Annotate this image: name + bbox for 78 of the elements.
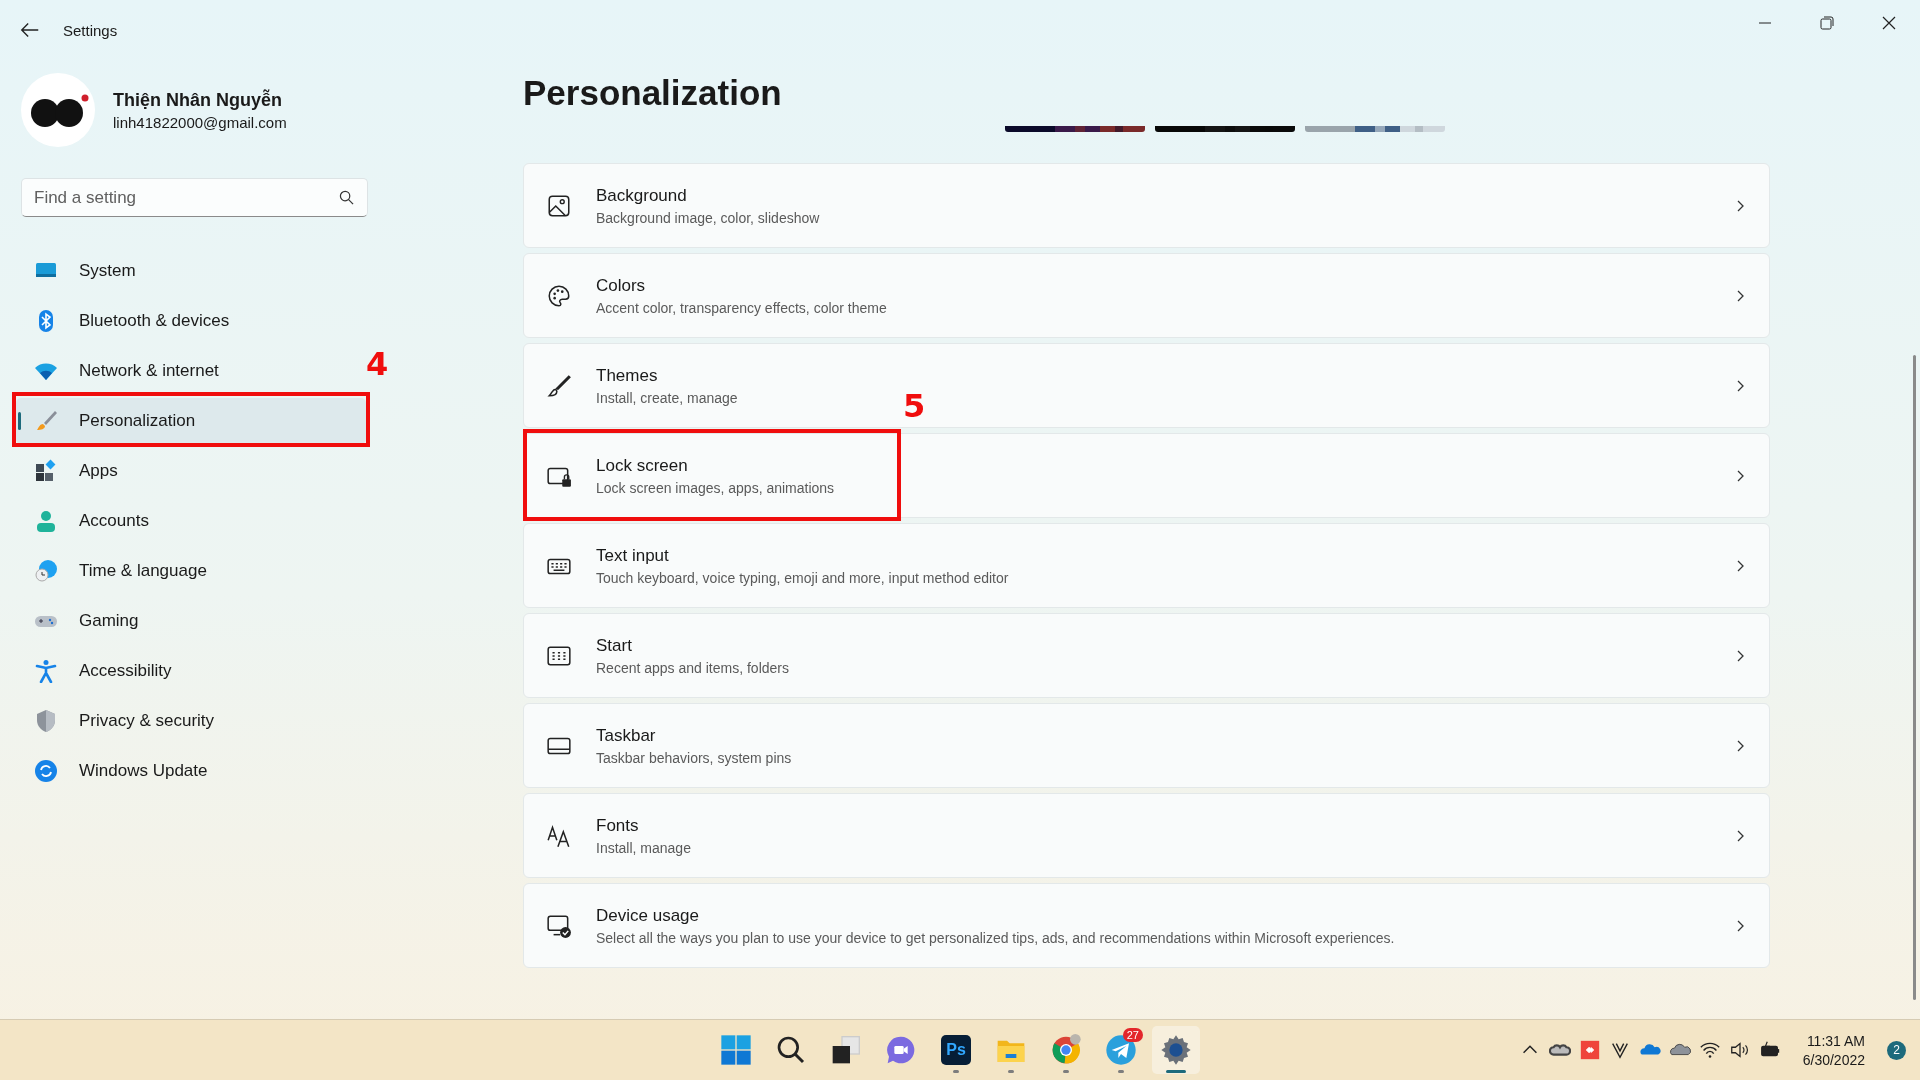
setting-title: Fonts [596, 815, 639, 836]
person-icon [34, 509, 58, 533]
running-indicator [1166, 1070, 1186, 1073]
photoshop-app-icon: Ps [941, 1035, 971, 1065]
nav-item[interactable]: Network & internet [16, 348, 366, 394]
accessibility-icon [34, 659, 58, 683]
step-number: 4 [366, 345, 389, 383]
font-icon [546, 822, 572, 849]
device-check-icon [546, 912, 572, 939]
clock[interactable]: 11:31 AM 6/30/2022 [1802, 1032, 1865, 1068]
brush-icon [34, 409, 58, 433]
setting-title: Lock screen [596, 455, 688, 476]
notification-count[interactable]: 2 [1887, 1040, 1906, 1060]
setting-title: Themes [596, 365, 658, 386]
search-icon [775, 1034, 807, 1066]
gear-icon [1160, 1034, 1192, 1066]
apps-icon [34, 459, 58, 483]
setting-description: Accent color, transparency effects, color theme [596, 299, 887, 316]
setting-description: Lock screen images, apps, animations [596, 479, 835, 496]
nav-item[interactable]: Bluetooth & devices [16, 298, 366, 344]
restore-icon[interactable] [1820, 16, 1834, 30]
volume-icon[interactable] [1728, 1039, 1751, 1061]
setting-row[interactable]: Text input Touch keyboard, voice typing, emoji and more, input method editor [523, 523, 1770, 608]
setting-title: Taskbar [596, 725, 656, 746]
setting-title: Colors [596, 275, 646, 296]
setting-row[interactable]: Taskbar Taskbar behaviors, system pins [523, 703, 1770, 788]
setting-description: Select all the ways you plan to use your device to get personalized tips, ads, and recommendations within Microsoft experiences. [596, 929, 1395, 946]
setting-row[interactable]: Device usage Select all the ways you plan to use your device to get personalized tips, ads, and recommendations within Microsoft experiences. [523, 883, 1770, 968]
step-number: 5 [903, 387, 926, 425]
setting-description: Background image, color, slideshow [596, 209, 820, 226]
setting-description: Taskbar behaviors, system pins [596, 749, 792, 766]
globe-clock-icon [34, 559, 58, 583]
running-indicator [1008, 1070, 1014, 1073]
page-title: Personalization [523, 73, 783, 114]
setting-description: Recent apps and items, folders [596, 659, 789, 676]
video-chat-icon [885, 1034, 917, 1066]
running-indicator [1118, 1070, 1124, 1073]
sync-icon [34, 759, 58, 783]
setting-row[interactable]: Start Recent apps and items, folders [523, 613, 1770, 698]
brush-icon [546, 372, 572, 399]
windows-logo-icon [720, 1034, 752, 1066]
shield-icon [34, 709, 58, 733]
setting-row[interactable]: Colors Accent color, transparency effects, color theme [523, 253, 1770, 338]
setting-title: Text input [596, 545, 669, 566]
nav-item[interactable]: Time & language [16, 548, 366, 594]
setting-description: Touch keyboard, voice typing, emoji and more, input method editor [596, 569, 1009, 586]
taskbar-app[interactable]: 27 [1097, 1026, 1145, 1074]
unread-count: 27 [1122, 1028, 1143, 1042]
search-field[interactable]: Find a setting [21, 178, 368, 217]
nav-item[interactable]: System [16, 248, 366, 294]
setting-title: Background [596, 185, 687, 206]
setting-description: Install, manage [596, 839, 691, 856]
avatar-icon[interactable] [21, 73, 95, 147]
taskbar-app[interactable]: Ps [932, 1026, 980, 1074]
setting-title: Device usage [596, 905, 699, 926]
user-name: Thiện Nhân Nguyễn [113, 89, 283, 111]
setting-title: Start [596, 635, 632, 656]
taskbar-app[interactable] [1152, 1026, 1200, 1074]
nav-item[interactable]: Privacy & security [16, 698, 366, 744]
close-icon[interactable] [1882, 16, 1896, 30]
setting-row[interactable]: Background Background image, color, slideshow [523, 163, 1770, 248]
nav-item[interactable]: Accessibility [16, 648, 366, 694]
nav-item[interactable]: Accounts [16, 498, 366, 544]
user-email: linh41822000@gmail.com [113, 113, 287, 131]
nav-item[interactable]: Windows Update [16, 748, 366, 794]
setting-row[interactable]: Fonts Install, manage [523, 793, 1770, 878]
nav-item[interactable]: Apps [16, 448, 366, 494]
running-indicator [953, 1070, 959, 1073]
running-indicator [1063, 1070, 1069, 1073]
nav-item[interactable]: Personalization [16, 398, 366, 444]
setting-description: Install, create, manage [596, 389, 738, 406]
search-icon [339, 190, 354, 205]
stacked-windows-icon [830, 1034, 862, 1066]
window-title: Settings [63, 21, 118, 39]
image-icon [546, 192, 572, 219]
nav-item[interactable]: Gaming [16, 598, 366, 644]
chrome-icon [1050, 1034, 1082, 1066]
scrollbar[interactable] [1913, 355, 1916, 1000]
